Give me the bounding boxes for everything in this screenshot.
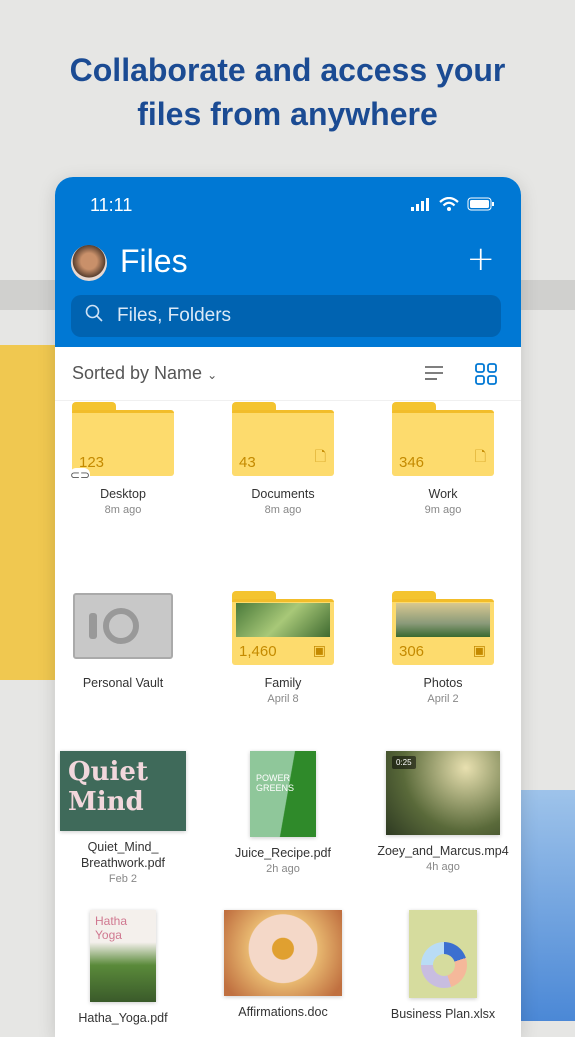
file-thumbnail: Hatha Yoga [90,910,156,1002]
item-name: Family [264,676,302,690]
file-quiet-mind[interactable]: Quiet Mind Quiet_Mind_ Breathwork.pdf Fe… [55,751,198,887]
file-business-plan[interactable]: Business Plan.xlsx [368,910,518,1022]
page-title: Files [120,243,188,279]
photo-folder-icon: 306 ▣ [392,591,494,665]
folder-family[interactable]: 1,460 ▣ Family April 8 [208,591,358,707]
sort-bar: Sorted by Name ⌄ [55,347,521,401]
file-hatha-yoga[interactable]: Hatha Yoga Hatha_Yoga.pdf [55,910,198,1026]
search-icon [85,304,103,328]
personal-vault[interactable]: Personal Vault [55,593,198,691]
wifi-icon [439,197,459,211]
file-thumbnail [409,910,477,998]
folder-documents[interactable]: 43 🗋 Documents 8m ago [208,402,358,518]
item-date: 9m ago [424,504,462,516]
item-date: 8m ago [104,504,142,516]
item-name: Juice_Recipe.pdf [235,846,331,860]
chevron-down-icon: ⌄ [207,368,218,382]
headline: Collaborate and access your files from a… [0,48,575,136]
item-name: Photos [423,676,463,690]
item-name: Desktop [100,487,146,501]
item-name: Hatha_Yoga.pdf [78,1011,168,1025]
sort-label: Sorted by Name [72,363,203,383]
search-input[interactable]: Files, Folders [71,295,501,337]
document-icon: 🗋 [474,448,486,464]
document-icon: 🗋 [314,448,326,464]
folder-photos[interactable]: 306 ▣ Photos April 2 [368,591,518,707]
background-yellow-panel [0,345,55,680]
image-icon: ▣ [472,642,486,658]
headline-line1: Collaborate and access your [69,52,506,88]
item-name: Quiet_Mind_ Breathwork.pdf [80,840,166,870]
headline-line2: files from anywhere [137,96,438,132]
item-date: April 2 [427,693,459,705]
image-icon: ▣ [312,642,326,658]
list-view-icon[interactable] [425,365,443,381]
folder-desktop[interactable]: 123 ⊂⊃ Desktop 8m ago [55,402,198,518]
sort-dropdown[interactable]: Sorted by Name ⌄ [72,363,217,384]
item-name: Work [428,487,458,501]
grid-view-icon[interactable] [475,363,497,385]
video-thumbnail: 0:25 [386,751,500,835]
item-name: Documents [251,487,315,501]
file-thumbnail: Quiet Mind [60,751,186,831]
folder-icon: 123 [72,402,174,476]
folder-work[interactable]: 346 🗋 Work 9m ago [368,402,518,518]
avatar[interactable] [71,245,107,281]
vault-icon [73,593,173,659]
file-thumbnail: POWER GREENS [250,751,316,837]
status-time: 11:11 [90,195,133,215]
item-name: Affirmations.doc [238,1005,328,1019]
phone-screen: 11:11 Files + Files, Folders Sorted by N… [55,177,521,1037]
search-placeholder: Files, Folders [117,305,232,326]
battery-icon [467,197,494,211]
signal-icon [411,197,429,211]
photo-folder-icon: 1,460 ▣ [232,591,334,665]
item-date: 2h ago [266,863,300,875]
item-date: April 8 [267,693,299,705]
background-blue-panel [521,790,575,1021]
folder-icon: 43 🗋 [232,402,334,476]
item-name: Zoey_and_Marcus.mp4 [377,844,509,858]
file-thumbnail [224,910,342,996]
plus-icon[interactable]: + [467,239,496,279]
item-date: Feb 2 [108,873,138,885]
item-date: 8m ago [264,504,302,516]
item-name: Business Plan.xlsx [390,1007,496,1021]
app-header: 11:11 Files + Files, Folders [55,177,521,347]
link-icon: ⊂⊃ [70,468,91,482]
file-affirmations[interactable]: Affirmations.doc [208,910,358,1020]
status-icons [411,197,495,211]
folder-icon: 346 🗋 [392,402,494,476]
item-name: Personal Vault [82,676,164,690]
file-juice-recipe[interactable]: POWER GREENS Juice_Recipe.pdf 2h ago [208,751,358,877]
file-zoey-and-marcus[interactable]: 0:25 Zoey_and_Marcus.mp4 4h ago [368,751,518,875]
item-date: 4h ago [426,861,460,873]
donut-chart-thumbnail [421,942,467,988]
